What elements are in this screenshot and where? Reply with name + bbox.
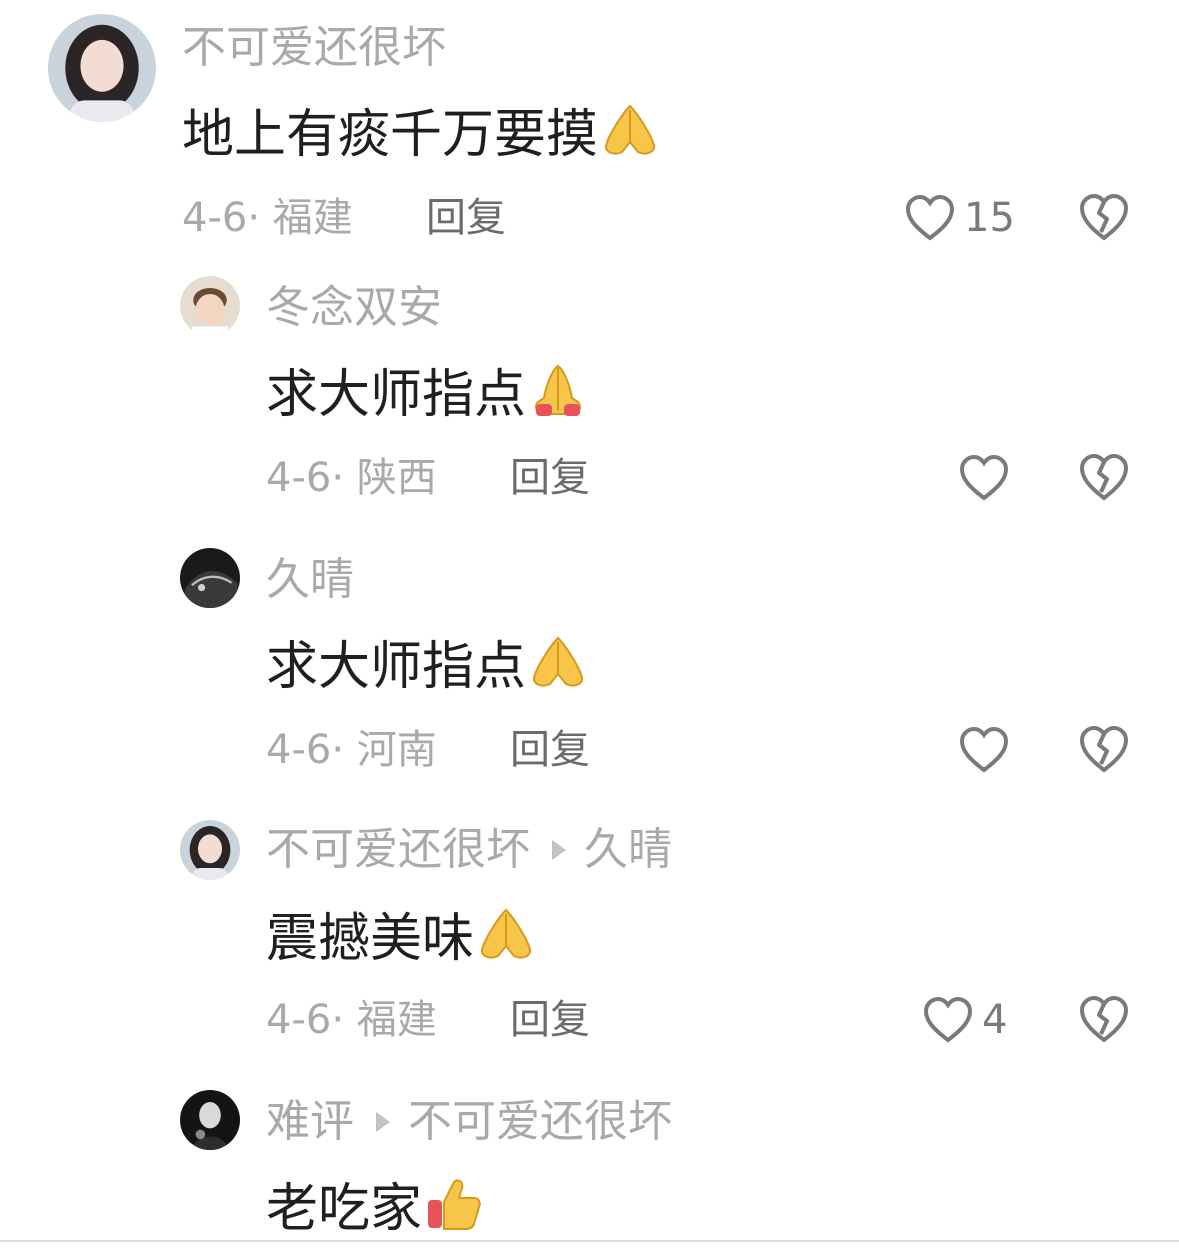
dislike-button[interactable] [1078, 452, 1130, 502]
dislike-button[interactable] [1078, 724, 1130, 774]
dislike-button[interactable] [1078, 192, 1130, 242]
comment-meta: 4-6· 河南 [266, 727, 437, 773]
reply-target-username[interactable]: 不可爱还很坏 [408, 1096, 672, 1147]
like-button[interactable] [958, 722, 1018, 778]
like-count: 4 [982, 997, 1008, 1043]
comment-text: 老吃家 [266, 1176, 484, 1241]
reply-button[interactable]: 回复 [510, 994, 590, 1046]
reply-target-username[interactable]: 久晴 [584, 824, 672, 875]
heart-icon [959, 454, 1009, 501]
comment-username[interactable]: 不可爱还很坏 [182, 20, 446, 76]
reply-arrow-icon [552, 840, 566, 860]
like-count: 15 [964, 195, 1015, 241]
avatar[interactable] [180, 1090, 240, 1150]
divider [0, 1240, 1179, 1242]
avatar[interactable] [180, 548, 240, 608]
broken-heart-icon [1079, 995, 1129, 1043]
avatar[interactable] [180, 820, 240, 880]
avatar[interactable] [48, 14, 156, 122]
comment-meta: 4-6· 福建 [266, 997, 437, 1043]
heart-icon [905, 194, 955, 241]
folded-hands-icon [528, 362, 588, 418]
comment-username[interactable]: 难评 不可爱还很坏 [266, 1094, 672, 1150]
thumbs-up-icon [424, 1176, 484, 1232]
comment-text: 求大师指点 [266, 634, 588, 699]
like-button[interactable]: 15 [904, 190, 1015, 246]
comment-username[interactable]: 不可爱还很坏 久晴 [266, 822, 672, 878]
broken-heart-icon [1079, 453, 1129, 501]
folded-hands-icon [476, 906, 536, 962]
comment-username[interactable]: 冬念双安 [266, 280, 442, 336]
avatar[interactable] [180, 276, 240, 336]
reply-button[interactable]: 回复 [426, 192, 506, 244]
broken-heart-icon [1079, 725, 1129, 773]
dislike-button[interactable] [1078, 994, 1130, 1044]
reply-button[interactable]: 回复 [510, 724, 590, 776]
like-button[interactable] [958, 450, 1018, 506]
comment-meta: 4-6· 福建 [182, 195, 353, 241]
comment-text: 震撼美味 [266, 906, 536, 971]
heart-icon [923, 996, 973, 1043]
reply-arrow-icon [376, 1112, 390, 1132]
comment-meta: 4-6· 陕西 [266, 455, 437, 501]
comment-text: 求大师指点 [266, 362, 588, 427]
reply-button[interactable]: 回复 [510, 452, 590, 504]
broken-heart-icon [1079, 193, 1129, 241]
like-button[interactable]: 4 [922, 992, 1007, 1048]
folded-hands-icon [528, 634, 588, 690]
comment-username[interactable]: 久晴 [266, 552, 354, 608]
folded-hands-icon [600, 102, 660, 158]
heart-icon [959, 726, 1009, 773]
comment-text: 地上有痰千万要摸 [182, 102, 660, 167]
